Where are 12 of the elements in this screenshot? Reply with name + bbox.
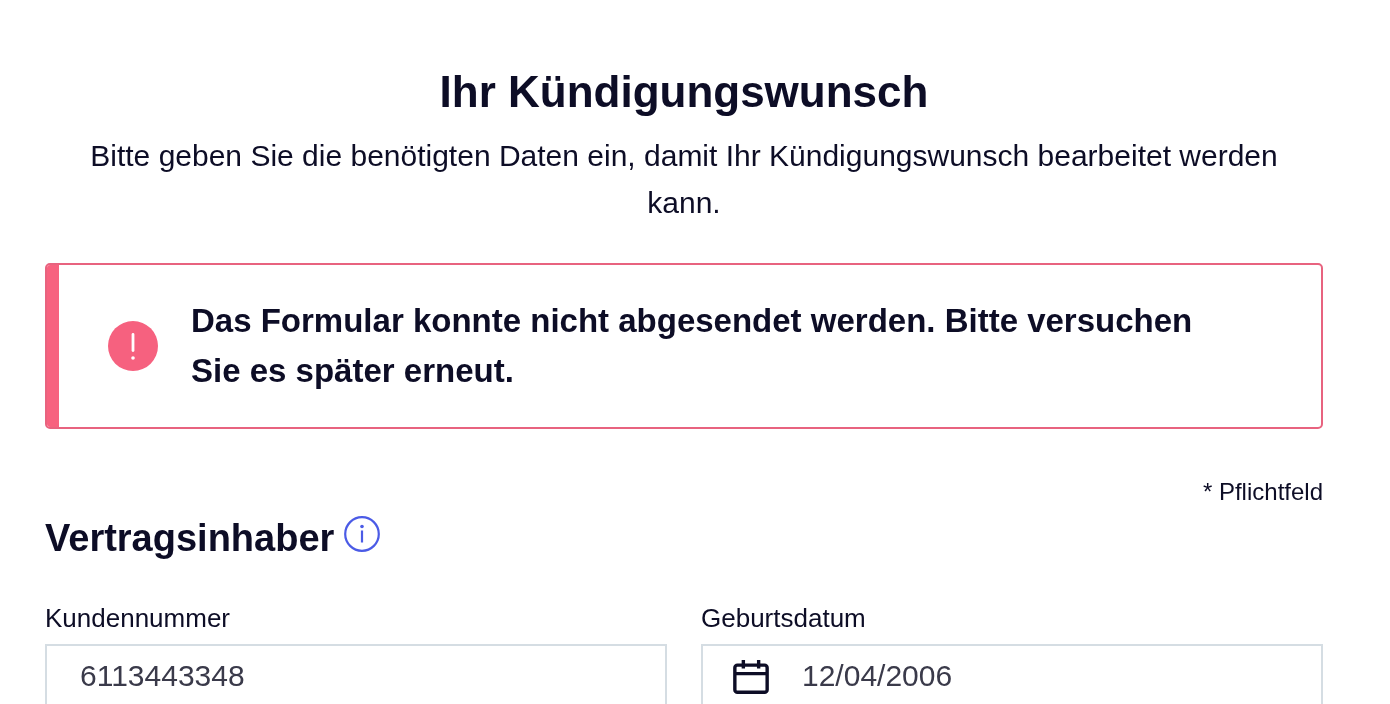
required-note: * Pflichtfeld [1202,477,1323,507]
field-label: Kundennummer [45,602,231,634]
intro-text: Bitte geben Sie die benötigten Daten ein, damit Ihr Kündigungswunsch bearbeitet werden kann. [89,138,1279,221]
field-label: Geburtsdatum [701,602,867,634]
alert-message: Das Formular konnte nicht abgesendet werden. Bitte versuchen Sie es später erneut. [191,301,1194,391]
calendar-icon [733,660,769,694]
info-icon[interactable] [344,516,381,552]
section-title: Vertragsinhaber [45,516,335,560]
customer-number-field[interactable]: 6113443348 [45,644,667,704]
exclamation-icon [108,321,158,371]
page-title: Ihr Kündigungswunsch [438,66,930,118]
date-field[interactable]: 12/04/2006 [701,644,1323,704]
